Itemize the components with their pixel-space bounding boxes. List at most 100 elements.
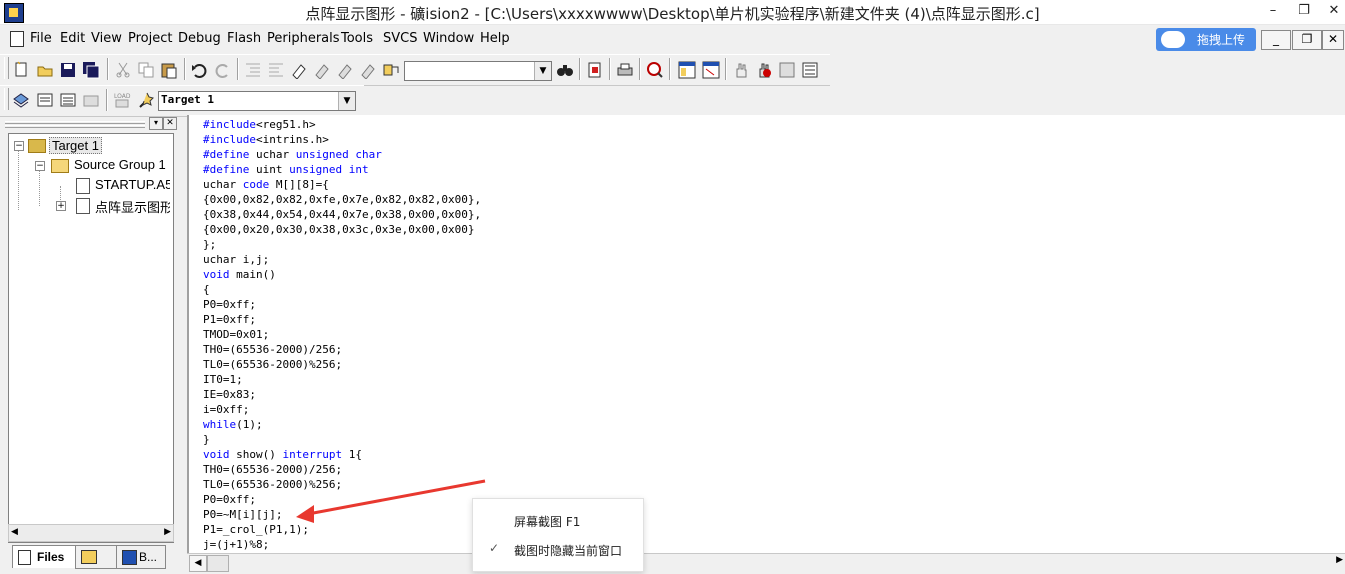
panel-grip[interactable] — [5, 125, 145, 128]
code-line[interactable]: {0x00,0x20,0x30,0x38,0x3c,0x3e,0x00,0x00… — [203, 222, 475, 237]
redo-icon[interactable] — [213, 61, 231, 79]
chevron-down-icon[interactable]: ▼ — [534, 62, 551, 80]
panel-menu-button[interactable]: ▾ — [149, 117, 163, 130]
target-options-icon[interactable] — [137, 91, 155, 109]
copy-icon[interactable] — [137, 61, 155, 79]
browse-icon[interactable] — [646, 61, 664, 79]
find-in-files-icon[interactable] — [382, 61, 400, 79]
chevron-down-icon[interactable]: ▼ — [338, 92, 355, 110]
mdi-restore-button[interactable]: ❐ — [1292, 30, 1322, 50]
code-line[interactable]: i=0xff; — [203, 402, 249, 417]
toolbar-grip[interactable] — [4, 88, 9, 110]
panel-close-button[interactable]: ✕ — [163, 117, 177, 130]
collapse-group-icon[interactable]: − — [35, 161, 45, 171]
menu-file[interactable]: File — [30, 31, 52, 46]
load-download-icon[interactable]: LOAD — [113, 91, 131, 109]
mdi-minimize-button[interactable]: _ — [1261, 30, 1291, 50]
close-button[interactable]: ✕ — [1320, 2, 1345, 20]
scroll-left-icon[interactable]: ◀ — [189, 555, 207, 572]
code-line[interactable]: P0=0xff; — [203, 492, 256, 507]
code-line[interactable]: void main() — [203, 267, 276, 282]
code-line[interactable]: {0x00,0x82,0x82,0xfe,0x7e,0x82,0x82,0x00… — [203, 192, 481, 207]
menu-window[interactable]: Window — [423, 31, 474, 46]
hand-icon[interactable] — [732, 61, 750, 79]
bookmark-clear-icon[interactable] — [359, 61, 377, 80]
code-line[interactable]: #define uint unsigned int — [203, 162, 369, 177]
code-line[interactable]: TMOD=0x01; — [203, 327, 269, 342]
code-line[interactable]: void show() interrupt 1{ — [203, 447, 362, 462]
tab-books[interactable]: B... — [116, 545, 166, 569]
code-line[interactable]: #include<reg51.h> — [203, 117, 316, 132]
code-line[interactable]: P0=0xff; — [203, 297, 256, 312]
translate-icon[interactable] — [12, 91, 30, 109]
indent-icon[interactable] — [244, 61, 262, 79]
editor-horizontal-scrollbar[interactable]: ◀ ▶ — [187, 553, 1345, 572]
code-line[interactable]: IE=0x83; — [203, 387, 256, 402]
code-line[interactable]: uchar i,j; — [203, 252, 269, 267]
code-line[interactable]: j=(j+1)%8; — [203, 537, 269, 552]
tab-regs[interactable] — [75, 545, 117, 569]
target-select[interactable]: Target 1 ▼ — [158, 91, 356, 111]
minimize-button[interactable]: – — [1259, 2, 1287, 20]
code-line[interactable]: TL0=(65536-2000)%256; — [203, 357, 342, 372]
mdi-close-button[interactable]: ✕ — [1322, 30, 1344, 50]
output-window-icon[interactable] — [702, 61, 720, 79]
menu-item-hide-window[interactable]: 截图时隐藏当前窗口 — [514, 542, 622, 559]
menu-tools[interactable]: Tools — [341, 31, 373, 46]
menu-view[interactable]: View — [91, 31, 122, 46]
panel-grip[interactable] — [5, 121, 145, 124]
paste-icon[interactable] — [160, 61, 178, 79]
build-target-icon[interactable] — [36, 91, 54, 109]
scroll-right-icon[interactable]: ▶ — [1336, 555, 1343, 565]
expand-file-icon[interactable]: + — [56, 201, 66, 211]
binoculars-icon[interactable] — [556, 61, 574, 79]
code-line[interactable]: P1=_crol_(P1,1); — [203, 522, 309, 537]
collapse-target-icon[interactable]: − — [14, 141, 24, 151]
code-line[interactable]: TH0=(65536-2000)/256; — [203, 462, 342, 477]
menu-debug[interactable]: Debug — [178, 31, 221, 46]
scroll-left-icon[interactable]: ◀ — [11, 527, 18, 537]
menu-edit[interactable]: Edit — [60, 31, 85, 46]
menu-help[interactable]: Help — [480, 31, 510, 46]
menu-svcs[interactable]: SVCS — [383, 31, 417, 46]
maximize-button[interactable]: ❐ — [1290, 2, 1318, 20]
menu-flash[interactable]: Flash — [227, 31, 261, 46]
menu-item-screenshot[interactable]: 屏幕截图 F1 — [514, 513, 580, 530]
code-line[interactable]: } — [203, 432, 210, 447]
save-all-icon[interactable] — [82, 61, 100, 79]
cut-icon[interactable] — [114, 61, 132, 79]
find-combo[interactable]: ▼ — [404, 61, 552, 81]
bookmark-prev-icon[interactable] — [336, 61, 354, 80]
menu-peripherals[interactable]: Peripherals — [267, 31, 340, 46]
code-line[interactable]: { — [203, 282, 210, 297]
tree-item-target[interactable]: Target 1 — [49, 137, 102, 154]
bookmark-icon[interactable] — [290, 61, 308, 80]
incremental-find-icon[interactable] — [586, 61, 604, 79]
code-line[interactable]: P0=~M[i][j]; — [203, 507, 282, 522]
rebuild-all-icon[interactable] — [59, 91, 77, 109]
tree-item-source-group[interactable]: Source Group 1 — [74, 157, 166, 172]
code-line[interactable]: {0x38,0x44,0x54,0x44,0x7e,0x38,0x00,0x00… — [203, 207, 481, 222]
code-line[interactable]: P1=0xff; — [203, 312, 256, 327]
tab-files[interactable]: Files — [12, 545, 76, 568]
code-line[interactable]: while(1); — [203, 417, 263, 432]
code-line[interactable]: }; — [203, 237, 216, 252]
tree-item-startup[interactable]: STARTUP.A51 — [95, 177, 170, 192]
toolbar-grip[interactable] — [4, 57, 9, 79]
tree-horizontal-scrollbar[interactable]: ◀ ▶ — [8, 524, 174, 542]
tree-item-c-file[interactable]: 点阵显示图形. — [95, 197, 170, 216]
menu-project[interactable]: Project — [128, 31, 172, 46]
code-line[interactable]: TH0=(65536-2000)/256; — [203, 342, 342, 357]
document-icon[interactable] — [10, 31, 24, 47]
project-window-icon[interactable] — [678, 61, 696, 79]
code-line[interactable]: uchar code M[][8]={ — [203, 177, 329, 192]
code-line[interactable]: #define uchar unsigned char — [203, 147, 382, 162]
bookmark-next-icon[interactable] — [313, 61, 331, 80]
unindent-icon[interactable] — [267, 61, 285, 79]
print-icon[interactable] — [616, 61, 634, 79]
config-icon[interactable] — [778, 61, 796, 79]
save-icon[interactable] — [59, 61, 77, 79]
scroll-right-icon[interactable]: ▶ — [164, 527, 171, 537]
undo-icon[interactable] — [191, 61, 209, 79]
scroll-thumb[interactable] — [207, 555, 229, 572]
